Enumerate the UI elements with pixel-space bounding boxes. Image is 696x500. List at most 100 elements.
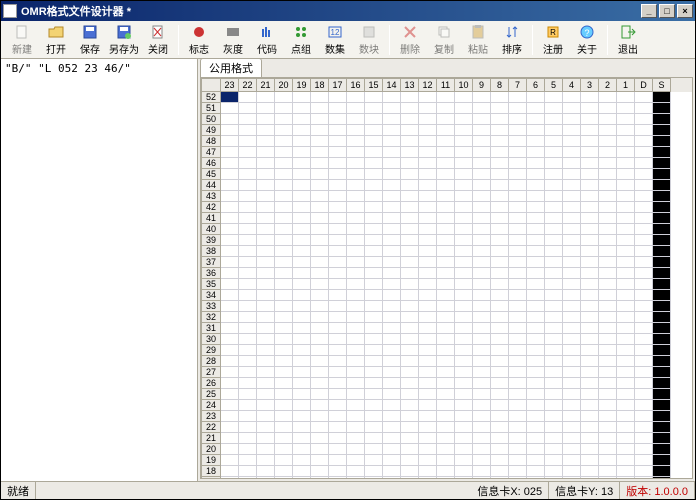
grid-cell[interactable]	[491, 213, 509, 224]
grid-cell[interactable]	[347, 312, 365, 323]
grid-cell[interactable]	[311, 246, 329, 257]
code-button[interactable]: 代码	[250, 22, 284, 58]
grid-cell[interactable]	[383, 477, 401, 478]
grid-cell[interactable]	[275, 389, 293, 400]
grid-cell[interactable]	[311, 279, 329, 290]
grid-cell[interactable]	[527, 455, 545, 466]
grid-cell[interactable]	[563, 147, 581, 158]
grid-cell[interactable]	[581, 356, 599, 367]
grid-cell[interactable]	[365, 103, 383, 114]
grid-cell[interactable]	[347, 290, 365, 301]
grid-cell[interactable]	[617, 213, 635, 224]
grid-cell[interactable]	[509, 114, 527, 125]
grid-cell[interactable]	[581, 422, 599, 433]
grid-cell[interactable]	[653, 235, 671, 246]
grid-cell[interactable]	[383, 191, 401, 202]
grid-cell[interactable]	[293, 323, 311, 334]
grid-cell[interactable]	[419, 466, 437, 477]
grid-cell[interactable]	[527, 312, 545, 323]
grid-cell[interactable]	[419, 312, 437, 323]
grid-cell[interactable]	[293, 147, 311, 158]
grid-cell[interactable]	[617, 323, 635, 334]
grid-cell[interactable]	[527, 345, 545, 356]
grid-cell[interactable]	[293, 400, 311, 411]
grid-cell[interactable]	[221, 125, 239, 136]
grid-cell[interactable]	[599, 367, 617, 378]
grid-cell[interactable]	[581, 268, 599, 279]
grid-cell[interactable]	[653, 356, 671, 367]
grid-cell[interactable]	[635, 191, 653, 202]
grid-cell[interactable]	[365, 246, 383, 257]
grid-cell[interactable]	[239, 103, 257, 114]
grid-cell[interactable]	[563, 312, 581, 323]
grid-cell[interactable]	[383, 455, 401, 466]
col-header[interactable]: 12	[419, 78, 437, 92]
grid-cell[interactable]	[599, 136, 617, 147]
grid-cell[interactable]	[491, 455, 509, 466]
grid-cell[interactable]	[527, 213, 545, 224]
grid-cell[interactable]	[473, 389, 491, 400]
grid-cell[interactable]	[563, 268, 581, 279]
about-button[interactable]: ?关于	[570, 22, 604, 58]
grid-cell[interactable]	[563, 246, 581, 257]
grid-cell[interactable]	[653, 136, 671, 147]
grid-cell[interactable]	[635, 103, 653, 114]
grid-cell[interactable]	[437, 345, 455, 356]
grid-cell[interactable]	[257, 433, 275, 444]
grid-cell[interactable]	[293, 136, 311, 147]
grid-cell[interactable]	[419, 367, 437, 378]
grid-cell[interactable]	[545, 92, 563, 103]
grid-cell[interactable]	[527, 279, 545, 290]
grid-cell[interactable]	[491, 235, 509, 246]
grid-cell[interactable]	[365, 400, 383, 411]
grid-cell[interactable]	[275, 268, 293, 279]
grid-cell[interactable]	[419, 400, 437, 411]
grid-cell[interactable]	[563, 235, 581, 246]
grid-cell[interactable]	[275, 334, 293, 345]
grid-cell[interactable]	[473, 378, 491, 389]
grid-cell[interactable]	[257, 356, 275, 367]
grid-cell[interactable]	[581, 136, 599, 147]
grid-cell[interactable]	[599, 345, 617, 356]
grid-cell[interactable]	[635, 290, 653, 301]
grid-cell[interactable]	[491, 158, 509, 169]
grid-cell[interactable]	[617, 411, 635, 422]
grid-cell[interactable]	[293, 411, 311, 422]
grid-cell[interactable]	[257, 213, 275, 224]
grid-cell[interactable]	[581, 378, 599, 389]
grid-cell[interactable]	[491, 103, 509, 114]
grid-cell[interactable]	[545, 400, 563, 411]
grid-cell[interactable]	[293, 180, 311, 191]
grid-cell[interactable]	[581, 312, 599, 323]
tab-public-format[interactable]: 公用格式	[200, 58, 262, 77]
grid-cell[interactable]	[257, 279, 275, 290]
grid-cell[interactable]	[401, 279, 419, 290]
grid-cell[interactable]	[311, 334, 329, 345]
grid-cell[interactable]	[383, 103, 401, 114]
grid-cell[interactable]	[581, 455, 599, 466]
grid-cell[interactable]	[527, 202, 545, 213]
grid-cell[interactable]	[653, 411, 671, 422]
grid-cell[interactable]	[419, 191, 437, 202]
register-button[interactable]: R注册	[536, 22, 570, 58]
grid-cell[interactable]	[293, 279, 311, 290]
grid-cell[interactable]	[239, 356, 257, 367]
grid-cell[interactable]	[581, 147, 599, 158]
grid-cell[interactable]	[617, 345, 635, 356]
grid-cell[interactable]	[257, 400, 275, 411]
row-header[interactable]: 36	[201, 268, 221, 279]
grid-cell[interactable]	[653, 466, 671, 477]
grid-cell[interactable]	[509, 279, 527, 290]
grid-cell[interactable]	[239, 433, 257, 444]
grid-cell[interactable]	[599, 356, 617, 367]
grid-cell[interactable]	[599, 147, 617, 158]
grid-cell[interactable]	[581, 477, 599, 478]
grid-cell[interactable]	[311, 103, 329, 114]
grid-cell[interactable]	[347, 202, 365, 213]
grid-cell[interactable]	[527, 444, 545, 455]
grid-cell[interactable]	[635, 301, 653, 312]
grid-cell[interactable]	[257, 345, 275, 356]
grid-cell[interactable]	[473, 290, 491, 301]
grid-cell[interactable]	[275, 235, 293, 246]
grid-cell[interactable]	[563, 378, 581, 389]
